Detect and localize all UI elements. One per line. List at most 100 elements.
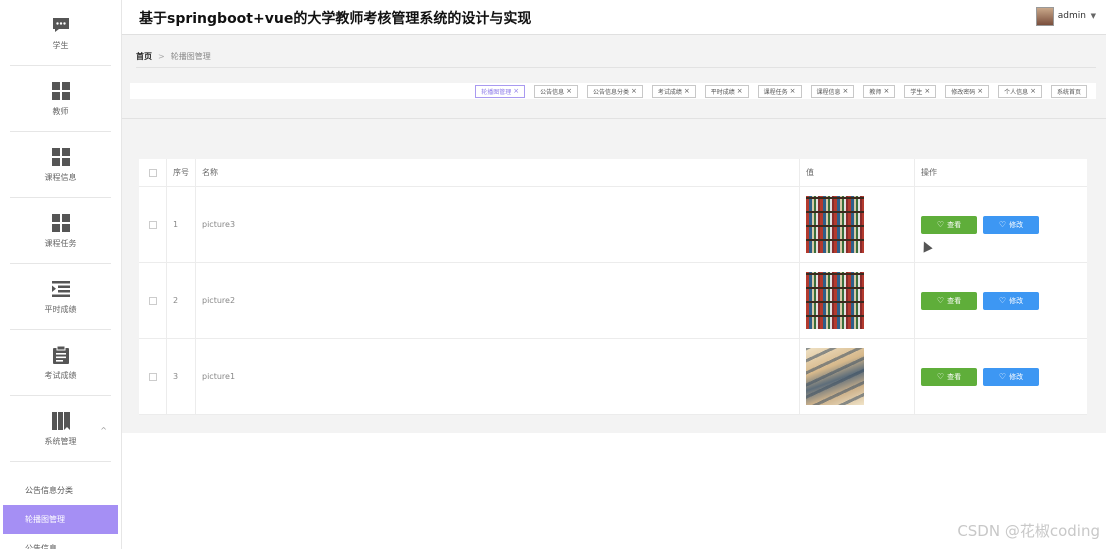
tag-teacher[interactable]: 教师 × bbox=[863, 84, 896, 98]
heart-icon: ♡ bbox=[936, 372, 945, 381]
close-icon[interactable]: × bbox=[843, 87, 849, 95]
sidebar-item-regular-score[interactable]: 平时成绩 bbox=[10, 264, 111, 330]
row-checkbox-cell bbox=[139, 187, 167, 262]
row-no: 1 bbox=[167, 187, 196, 262]
sidebar-item-label: 教师 bbox=[52, 106, 69, 116]
data-table: 序号 名称 值 操作 1 picture3 ♡ 查看 ♡ 修改 2 picture2… bbox=[139, 159, 1087, 415]
row-checkbox[interactable] bbox=[148, 220, 157, 229]
view-button-label: 查看 bbox=[947, 372, 962, 381]
row-checkbox-cell bbox=[139, 263, 167, 338]
row-value bbox=[800, 187, 915, 262]
edit-button-label: 修改 bbox=[1009, 296, 1024, 305]
tag-label: 考试成绩 bbox=[657, 88, 682, 96]
tag-label: 系统首页 bbox=[1056, 88, 1081, 96]
sidebar-item-label: 平时成绩 bbox=[44, 304, 77, 314]
tag-notice-category[interactable]: 公告信息分类 × bbox=[586, 84, 643, 98]
tag-exam-score[interactable]: 考试成绩 × bbox=[651, 84, 696, 98]
tag-carousel[interactable]: 轮播图管理 × bbox=[475, 84, 526, 98]
sidebar-item-course-task[interactable]: 课程任务 bbox=[10, 198, 111, 264]
sidebar-item-course-info[interactable]: 课程信息 bbox=[10, 132, 111, 198]
edit-button[interactable]: ♡ 修改 bbox=[983, 367, 1039, 386]
chevron-up-icon[interactable]: ^ bbox=[100, 426, 107, 435]
close-icon[interactable]: × bbox=[790, 87, 796, 95]
row-checkbox[interactable] bbox=[148, 296, 157, 305]
sidebar-item-teacher[interactable]: 教师 bbox=[10, 66, 111, 132]
column-header-value: 值 bbox=[800, 159, 915, 186]
sidebar-item-exam-score[interactable]: 考试成绩 bbox=[10, 330, 111, 396]
close-icon[interactable]: × bbox=[513, 87, 519, 95]
sidebar-item-label: 学生 bbox=[52, 40, 69, 50]
tag-personal-info[interactable]: 个人信息 × bbox=[998, 84, 1042, 98]
tag-label: 个人信息 bbox=[1004, 88, 1029, 96]
grid-icon bbox=[51, 147, 71, 167]
row-no: 3 bbox=[167, 339, 196, 414]
divider bbox=[122, 118, 1106, 119]
divider bbox=[136, 67, 1096, 68]
book-icon bbox=[51, 411, 71, 431]
row-checkbox-cell bbox=[139, 339, 167, 414]
close-icon[interactable]: × bbox=[1030, 87, 1036, 95]
avatar[interactable] bbox=[1036, 7, 1054, 26]
close-icon[interactable]: × bbox=[977, 87, 983, 95]
submenu-item-carousel[interactable]: 轮播图管理 bbox=[3, 505, 118, 534]
username[interactable]: admin bbox=[1058, 11, 1086, 21]
sidebar-item-system[interactable]: 系统管理 ^ bbox=[10, 396, 111, 462]
select-all-checkbox[interactable] bbox=[148, 168, 157, 177]
heart-icon: ♡ bbox=[998, 372, 1007, 381]
table-row: 1 picture3 ♡ 查看 ♡ 修改 bbox=[139, 187, 1087, 263]
close-icon[interactable]: × bbox=[684, 87, 690, 95]
sidebar-item-student[interactable]: 学生 bbox=[10, 0, 111, 66]
row-value bbox=[800, 263, 915, 338]
top-header: 基于springboot+vue的大学教师考核管理系统的设计与实现 admin … bbox=[122, 0, 1106, 35]
tags-bar: 轮播图管理 × 公告信息 × 公告信息分类 × 考试成绩 × 平时成绩 × 课程任务 × 课… bbox=[130, 83, 1096, 99]
view-button-label: 查看 bbox=[947, 220, 962, 229]
heart-icon: ♡ bbox=[998, 220, 1007, 229]
edit-button[interactable]: ♡ 修改 bbox=[983, 291, 1039, 310]
tag-student[interactable]: 学生 × bbox=[904, 84, 937, 98]
column-header-no: 序号 bbox=[167, 159, 196, 186]
list-indent-icon bbox=[51, 279, 71, 299]
row-checkbox[interactable] bbox=[148, 372, 157, 381]
tag-home[interactable]: 系统首页 bbox=[1050, 84, 1087, 98]
tag-notice[interactable]: 公告信息 × bbox=[534, 84, 578, 98]
submenu-item-notice[interactable]: 公告信息 bbox=[3, 534, 118, 549]
edit-button[interactable]: ♡ 修改 bbox=[983, 215, 1039, 234]
tag-regular-score[interactable]: 平时成绩 × bbox=[704, 84, 749, 98]
close-icon[interactable]: × bbox=[566, 87, 572, 95]
tag-course-info[interactable]: 课程信息 × bbox=[810, 84, 855, 98]
clipboard-icon bbox=[51, 345, 71, 365]
chat-icon bbox=[51, 15, 71, 35]
tag-label: 轮播图管理 bbox=[481, 88, 512, 96]
bookshelf-image[interactable] bbox=[806, 272, 864, 329]
sidebar-item-label: 课程任务 bbox=[44, 238, 77, 248]
close-icon[interactable]: × bbox=[631, 87, 637, 95]
view-button[interactable]: ♡ 查看 bbox=[921, 367, 977, 386]
close-icon[interactable]: × bbox=[883, 87, 889, 95]
view-button[interactable]: ♡ 查看 bbox=[921, 215, 977, 234]
row-actions: ♡ 查看 ♡ 修改 bbox=[915, 339, 1087, 414]
tag-label: 公告信息分类 bbox=[592, 88, 629, 96]
edit-button-label: 修改 bbox=[1009, 372, 1024, 381]
tag-course-task[interactable]: 课程任务 × bbox=[757, 84, 802, 98]
row-name: picture3 bbox=[196, 187, 800, 262]
breadcrumb-current: 轮播图管理 bbox=[170, 52, 211, 61]
building-image[interactable] bbox=[806, 348, 864, 405]
watermark: CSDN @花椒coding bbox=[957, 522, 1100, 540]
submenu-item-notice-category[interactable]: 公告信息分类 bbox=[3, 476, 118, 505]
table-header: 序号 名称 值 操作 bbox=[139, 159, 1087, 187]
grid-icon bbox=[51, 213, 71, 233]
tag-label: 课程任务 bbox=[763, 88, 788, 96]
tag-change-password[interactable]: 修改密码 × bbox=[945, 84, 990, 98]
breadcrumb-home[interactable]: 首页 bbox=[136, 52, 152, 61]
table-row: 3 picture1 ♡ 查看 ♡ 修改 bbox=[139, 339, 1087, 415]
bookshelf-image[interactable] bbox=[806, 196, 864, 253]
tag-label: 学生 bbox=[910, 88, 923, 96]
view-button[interactable]: ♡ 查看 bbox=[921, 291, 977, 310]
close-icon[interactable]: × bbox=[737, 87, 743, 95]
sidebar-item-label: 课程信息 bbox=[44, 172, 77, 182]
table-row: 2 picture2 ♡ 查看 ♡ 修改 bbox=[139, 263, 1087, 339]
view-button-label: 查看 bbox=[947, 296, 962, 305]
caret-down-icon[interactable]: ▼ bbox=[1091, 12, 1096, 20]
close-icon[interactable]: × bbox=[924, 87, 930, 95]
heart-icon: ♡ bbox=[936, 220, 945, 229]
